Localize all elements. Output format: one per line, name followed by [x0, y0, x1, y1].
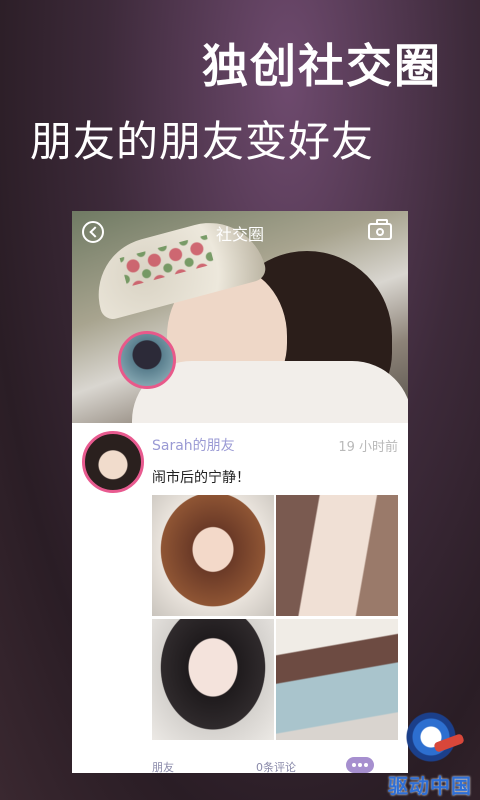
post-photo-1[interactable] — [152, 495, 274, 616]
app-topbar: 社交圈 — [72, 211, 408, 253]
promo-subtitle: 朋友的朋友变好友 — [30, 117, 375, 166]
post-text: 闹市后的宁静！ — [152, 470, 250, 486]
more-dots-icon[interactable] — [346, 757, 374, 773]
post-author-name[interactable]: Sarah的朋友 — [152, 435, 235, 455]
post-friends-link[interactable]: 朋友 — [152, 759, 174, 773]
post-photo-grid — [152, 495, 398, 741]
camera-icon[interactable] — [368, 219, 392, 240]
app-screen: 社交圈 Sarah的朋友 19 小时前 闹市后的宁静！ 朋友 0条评论 — [72, 211, 408, 773]
post-photo-2[interactable] — [276, 495, 398, 616]
watermark-logo-icon — [404, 710, 458, 764]
post-photo-3[interactable] — [152, 619, 274, 740]
topbar-title: 社交圈 — [215, 225, 264, 244]
feed-post: Sarah的朋友 19 小时前 闹市后的宁静！ 朋友 0条评论 — [72, 423, 408, 773]
post-author-avatar[interactable] — [82, 431, 144, 493]
promo-title: 独创社交圈 — [202, 39, 442, 93]
post-timestamp: 19 小时前 — [338, 440, 398, 455]
post-footer: 朋友 0条评论 — [152, 757, 408, 773]
watermark-text: 驱动中国 — [388, 774, 472, 798]
cover-avatar[interactable] — [118, 331, 176, 389]
post-photo-4[interactable] — [276, 619, 398, 740]
post-comments-link[interactable]: 0条评论 — [256, 759, 296, 773]
